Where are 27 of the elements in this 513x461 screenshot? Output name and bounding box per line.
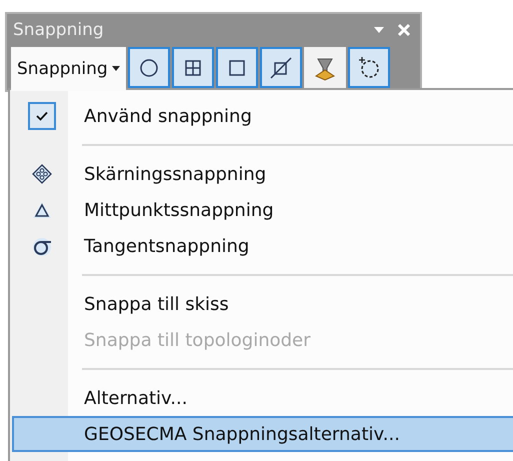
menu-item[interactable]: GEOSECMA Snappningsalternativ... [12,416,513,452]
square-line-icon [270,56,292,78]
close-icon[interactable] [396,22,412,38]
menu-item[interactable]: Snappa till skiss [12,286,513,322]
menu-item[interactable]: Använd snappning [12,98,513,134]
snap-toggle-button[interactable] [172,47,214,88]
circle-icon [140,58,158,76]
snap-toggle-button[interactable] [128,47,170,88]
caret-icon [112,66,120,72]
grid-icon [184,60,200,76]
dropdown-icon[interactable] [372,24,386,34]
menu-item[interactable]: Skärningssnappning [12,156,513,192]
menu-item[interactable]: Alternativ... [12,380,513,416]
snapping-dropdown[interactable]: Snappning [11,47,126,91]
funnel-icon [314,58,335,80]
menu-item: Snappa till topologinoder [83,328,312,352]
dashed-circle-icon [358,56,378,78]
menu-item[interactable]: Tangentsnappning [12,228,513,264]
checkbox-icon [28,102,56,130]
snap-toggle-button[interactable] [216,47,258,88]
snap-toggle-button[interactable] [304,47,346,88]
menu-item[interactable]: Mittpunktssnappning [12,192,513,228]
panel-title: Snappning [13,20,105,40]
diamond-icon [31,163,53,185]
snap-toggle-button[interactable] [260,47,302,88]
snap-toggle-button[interactable] [348,47,390,88]
square-icon [228,60,244,76]
